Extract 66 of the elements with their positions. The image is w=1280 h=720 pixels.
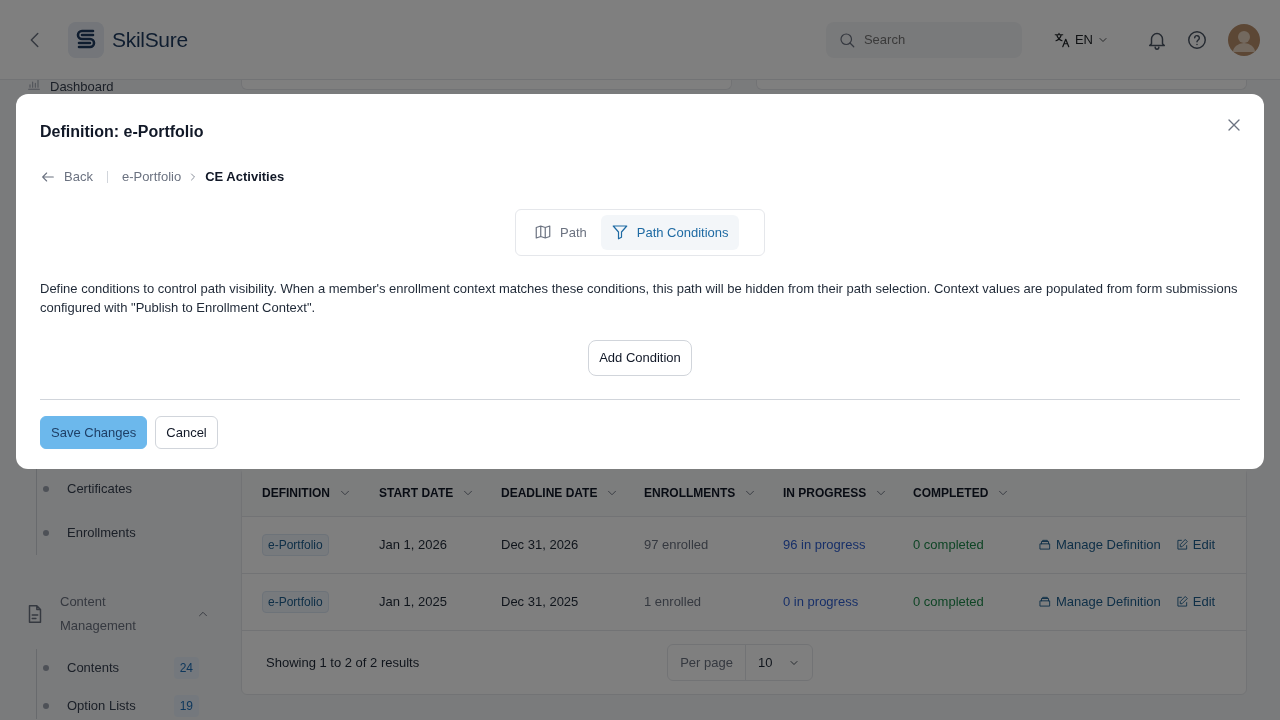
cancel-button[interactable]: Cancel — [155, 415, 218, 450]
avatar-icon[interactable] — [1228, 23, 1260, 56]
brand-name: SkilSure — [112, 26, 188, 53]
column-header[interactable]: IN PROGRESS — [783, 483, 913, 502]
in-progress-link[interactable]: 96 in progress — [783, 535, 913, 555]
column-header[interactable]: START DATE — [379, 483, 501, 502]
table-cell-text: Jan 1, 2026 — [379, 536, 448, 555]
sidebar-group[interactable]: Content Management — [24, 590, 230, 638]
filter-icon — [610, 223, 629, 242]
results-summary: Showing 1 to 2 of 2 results — [266, 653, 420, 672]
edit-link[interactable]: Edit — [1174, 535, 1216, 555]
table-cell-text: 1 enrolled — [644, 593, 703, 612]
search-icon — [837, 30, 856, 49]
table-cell-text: Dec 31, 2025 — [501, 593, 580, 612]
table-cell-text: Jan 1, 2025 — [379, 593, 448, 612]
edit-icon — [1174, 595, 1189, 609]
sidebar-subitem[interactable]: Enrollments — [34, 511, 230, 555]
table-cell-text: Dec 31, 2026 — [501, 536, 580, 555]
sidebar-subitem[interactable]: Certificates — [34, 467, 230, 511]
manage-definition-link[interactable]: Manage Definition — [1038, 535, 1161, 555]
box-icon — [1038, 595, 1052, 609]
sidebar-item[interactable]: Dashboard — [24, 80, 230, 94]
table-cell-text: 97 enrolled — [644, 536, 710, 555]
translate-icon — [1052, 30, 1071, 49]
sidebar-subitem[interactable]: Option Lists 19 — [34, 687, 230, 719]
search-field[interactable]: Search — [825, 21, 1022, 58]
column-header[interactable]: DEADLINE DATE — [501, 483, 644, 502]
tab[interactable]: Path Conditions — [600, 214, 739, 251]
column-header[interactable]: COMPLETED — [913, 483, 1038, 502]
bullet-icon — [43, 530, 49, 536]
sidebar-subitem[interactable]: Contents 24 — [34, 649, 230, 687]
help-icon[interactable] — [1186, 28, 1208, 51]
bullet-icon — [43, 486, 49, 492]
add-condition-button[interactable]: Add Condition — [588, 340, 692, 376]
item-label: Option Lists — [67, 697, 136, 716]
modal-title: Definition: e-Portfolio — [40, 122, 204, 142]
table-cell-text: 0 completed — [913, 536, 985, 555]
column-header[interactable]: DEFINITION — [262, 483, 379, 502]
map-icon — [534, 223, 552, 242]
breadcrumb-item: CE Activities — [205, 168, 285, 187]
description-text: Define conditions to control path visibility. When a member's enrollment context matches these conditions, this path will be hidden from their path selection. Context values are populated from form submissions configured with "Publish to Enrollment Context". — [40, 280, 1239, 318]
per-page-label: Per page — [668, 645, 746, 680]
column-header[interactable]: ENROLLMENTS — [644, 483, 783, 502]
bullet-icon — [43, 703, 49, 709]
table-cell-text: 0 completed — [913, 593, 985, 612]
item-label: Contents — [67, 659, 120, 678]
definition-tag: e-Portfolio — [262, 591, 329, 613]
count-badge: 24 — [173, 657, 199, 679]
language-selector[interactable]: EN — [1051, 28, 1110, 51]
per-page-selector[interactable]: Per page 10 — [667, 644, 814, 681]
bar-chart-icon — [26, 80, 42, 92]
separator — [106, 170, 108, 183]
breadcrumb-item[interactable]: e-Portfolio — [121, 167, 182, 187]
save-button[interactable]: Save Changes — [40, 415, 148, 450]
tab[interactable]: Path — [524, 214, 597, 251]
group-label: Content Management — [60, 593, 137, 635]
in-progress-link[interactable]: 0 in progress — [783, 592, 913, 612]
manage-definition-link[interactable]: Manage Definition — [1038, 592, 1161, 612]
back-link[interactable]: Back — [40, 167, 93, 187]
edit-link[interactable]: Edit — [1174, 592, 1216, 612]
edit-icon — [1174, 538, 1189, 552]
definition-tag: e-Portfolio — [262, 534, 329, 556]
box-icon — [1038, 538, 1052, 552]
bullet-icon — [43, 665, 49, 671]
count-badge: 19 — [173, 695, 199, 717]
per-page-value[interactable]: 10 — [745, 652, 813, 673]
